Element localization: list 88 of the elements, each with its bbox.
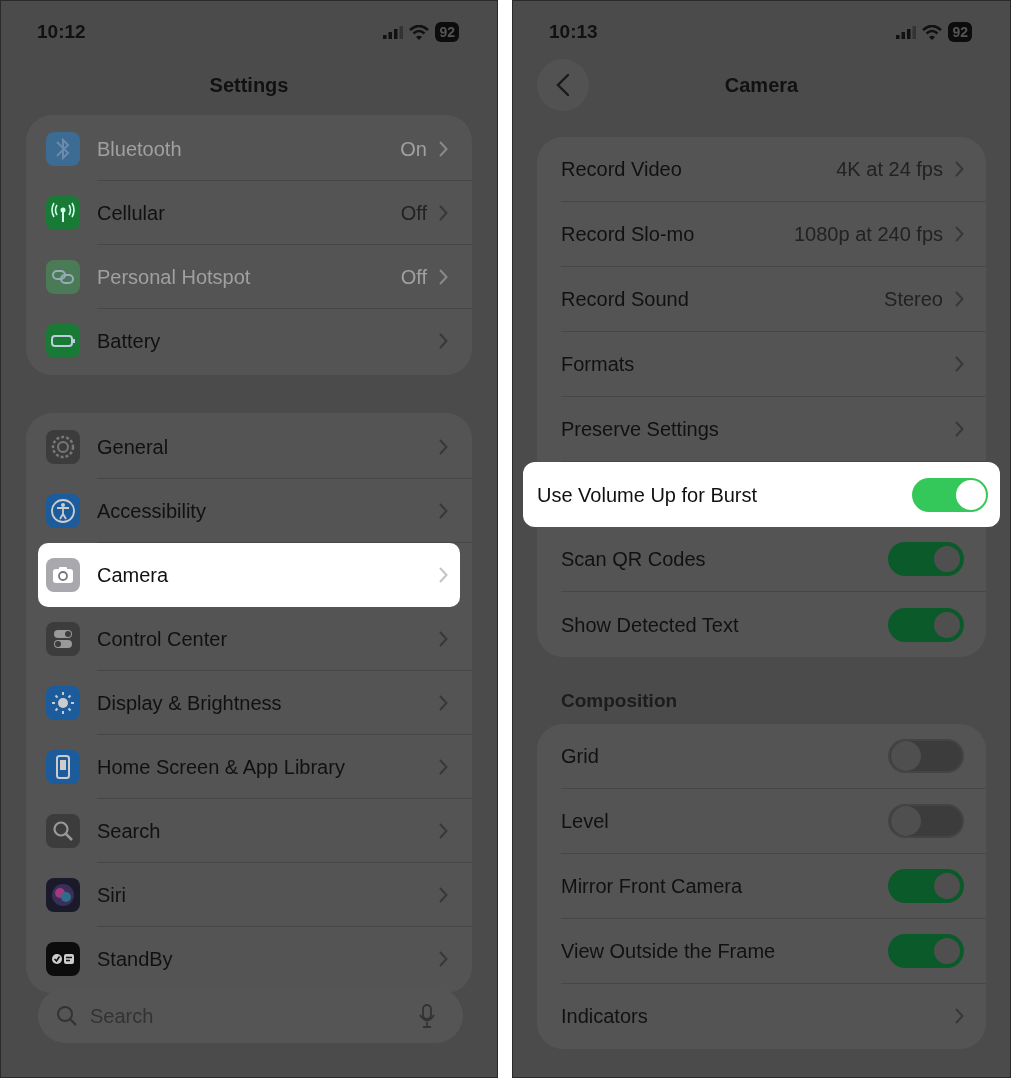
chevron-icon [439,140,448,157]
screen-title: Settings [209,73,289,98]
row-label: Formats [561,352,636,377]
chevron-icon [439,268,448,285]
wifi-icon [922,24,943,40]
settings-row[interactable]: General [26,415,472,479]
row-label: Camera [97,563,170,588]
row-label: Control Center [97,626,229,652]
row-label: Display & Brightness [97,690,283,716]
settings-row[interactable]: Show Detected Text [561,592,986,657]
chevron-icon [439,333,448,349]
settings-row[interactable]: Grid [561,723,986,789]
chevron-icon [955,421,964,437]
row-value: On [400,136,427,162]
screen-title: Camera [724,73,799,98]
chevron-icon [439,438,448,455]
row-label: Personal Hotspot [97,264,252,290]
settings-row[interactable]: Indicators [561,983,986,1049]
toggle-switch[interactable] [888,868,964,903]
settings-row[interactable]: StandBy [26,927,472,991]
row-label: Grid [561,743,600,769]
signal-icon [896,25,917,39]
row-label: Preserve Settings [561,417,720,442]
row-label: View Outside the Frame [561,938,777,964]
settings-row[interactable]: Use Volume Up for Burst [523,462,1000,527]
microphone-icon [419,1003,435,1028]
search-icon [56,1004,78,1027]
battery-level: 92 [435,22,459,42]
chevron-icon [439,630,448,647]
settings-row[interactable]: Home Screen & App Library [26,735,472,799]
settings-row[interactable]: Display & Brightness [26,671,472,735]
settings-row[interactable]: Level [561,788,986,854]
row-label: Accessibility [97,498,207,524]
row-label: Cellular [97,200,166,226]
toggle-switch[interactable] [888,607,964,642]
settings-row[interactable]: View Outside the Frame [561,918,986,984]
toggle-switch[interactable] [888,738,964,773]
toggle-switch[interactable] [888,803,964,838]
row-label: Show Detected Text [561,612,740,638]
row-label: Siri [97,882,127,908]
chevron-icon [439,502,448,519]
settings-row[interactable]: Formats [561,332,986,397]
settings-row[interactable]: Mirror Front Camera [561,853,986,919]
back-chevron-icon [556,73,570,97]
row-label: Indicators [561,1004,649,1029]
settings-row[interactable]: Battery [26,309,472,373]
row-label: Home Screen & App Library [97,754,346,780]
chevron-icon [439,758,448,775]
wifi-icon [409,24,430,40]
row-label: StandBy [97,947,174,972]
battery-level: 92 [948,22,972,42]
chevron-icon [439,204,448,221]
row-label: Record Video [561,157,683,182]
row-label: Record Sound [561,287,690,312]
chevron-icon [955,291,964,307]
row-label: Search [97,818,162,844]
chevron-icon [955,161,964,177]
chevron-icon [439,567,448,583]
toggle-switch[interactable] [888,933,964,968]
status-time: 10:12 [37,19,86,44]
settings-row[interactable]: Control Center [26,607,472,671]
chevron-icon [439,694,448,711]
settings-row[interactable]: Siri [26,863,472,927]
chevron-icon [955,1008,964,1024]
row-label: Battery [97,329,162,354]
row-label: Use Volume Up for Burst [537,482,759,508]
row-value: Off [400,264,427,290]
row-label: Scan QR Codes [561,547,707,572]
row-label: Bluetooth [97,136,183,162]
settings-row[interactable]: Scan QR Codes [561,527,986,592]
chevron-icon [439,951,448,967]
settings-row[interactable]: Bluetooth On [26,117,472,181]
row-label: General [97,434,170,460]
row-label: Mirror Front Camera [561,873,744,899]
signal-icon [383,25,404,39]
status-time: 10:13 [549,19,598,44]
row-label: Record Slo-mo [561,222,696,247]
settings-row[interactable]: Personal Hotspot Off [26,245,472,309]
settings-row[interactable]: Search [26,799,472,863]
row-label: Level [561,808,610,834]
chevron-icon [955,226,964,242]
chevron-icon [439,886,448,903]
toggle-switch[interactable] [912,477,988,512]
back-button[interactable] [537,59,589,111]
chevron-icon [439,822,448,839]
chevron-icon [955,356,964,372]
toggle-switch[interactable] [888,542,964,576]
settings-row[interactable]: Camera [38,543,460,607]
